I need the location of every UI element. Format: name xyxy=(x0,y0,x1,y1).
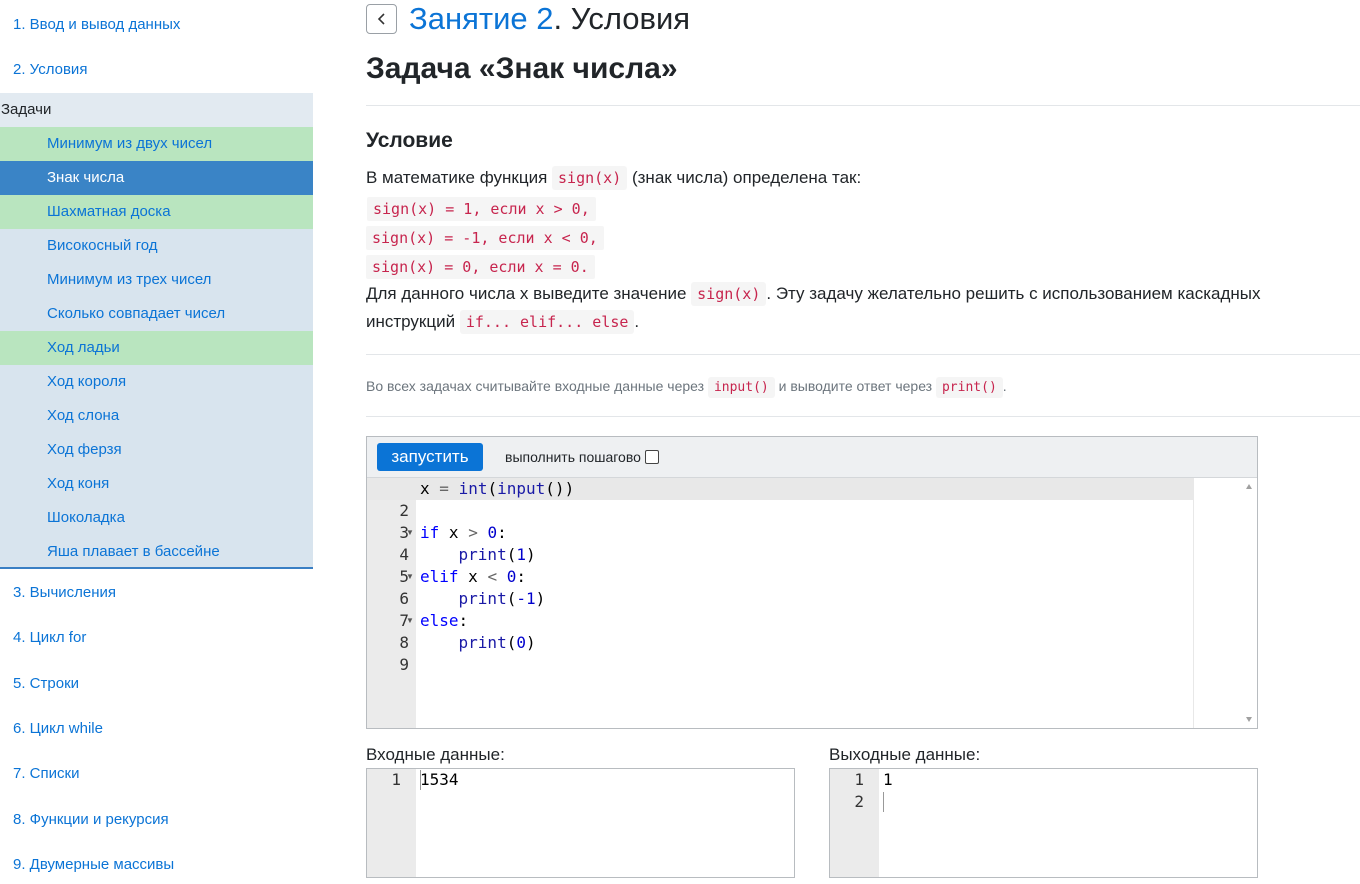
lesson-title-rest: . Условия xyxy=(553,1,691,36)
divider xyxy=(366,354,1360,355)
lesson-link[interactable]: Занятие 2 xyxy=(409,1,553,36)
text: . xyxy=(1002,378,1007,394)
inline-code: sign(x) xyxy=(691,282,767,306)
editor-scrollbar[interactable] xyxy=(1242,478,1257,728)
line-number: 8 xyxy=(399,633,409,652)
print-margin xyxy=(1193,478,1194,728)
sidebar-lesson-7[interactable]: 7. Списки xyxy=(0,764,313,784)
text: Во всех задачах считывайте входные данны… xyxy=(366,378,708,394)
formula-line-1: sign(x) = 1, если x > 0, xyxy=(367,197,596,221)
sidebar-task-item[interactable]: Ход слона xyxy=(0,399,313,433)
io-line: 1 xyxy=(883,770,893,789)
text: . xyxy=(634,312,640,331)
tasks-header: Задачи xyxy=(0,93,313,127)
text: (знак числа) определена так: xyxy=(627,168,862,187)
formula-line-3: sign(x) = 0, если x = 0. xyxy=(366,255,595,279)
line-number: 2 xyxy=(399,501,409,520)
output-label: Выходные данные: xyxy=(829,745,981,764)
sidebar-task-item[interactable]: Ход ладьи xyxy=(0,331,313,365)
text-cursor xyxy=(420,770,421,790)
step-mode-label: выполнить пошагово xyxy=(505,449,641,465)
condition-paragraph-1: В математике функция sign(x) (знак числа… xyxy=(366,164,861,192)
back-button[interactable] xyxy=(366,4,397,34)
tasks-list: Задачи Минимум из двух чисел Знак числа Ша… xyxy=(0,93,313,569)
code-line: x = int(input()) xyxy=(420,479,575,498)
fold-arrow-icon[interactable]: ▼ xyxy=(406,610,414,632)
io-note: Во всех задачах считывайте входные данны… xyxy=(366,375,1007,399)
text: Для данного числа x выведите значение xyxy=(366,284,692,303)
sidebar-task-item[interactable]: Сколько совпадает чисел xyxy=(0,297,313,331)
io-line: 1534 xyxy=(420,770,459,789)
text: . Эту задачу желательно решить с использ… xyxy=(766,284,1261,303)
code-line: print(1) xyxy=(458,545,536,564)
code-input[interactable]: x = int(input()) if x > 0: print(1) elif x… xyxy=(416,478,1192,728)
text: В математике функция xyxy=(366,168,553,187)
output-field[interactable]: 112 xyxy=(829,768,1258,878)
sidebar-task-item[interactable]: Минимум из двух чисел xyxy=(0,127,313,161)
line-number: 1 xyxy=(391,770,401,789)
line-number: 7 xyxy=(399,611,409,630)
sidebar-task-item[interactable]: Ход коня xyxy=(0,467,313,501)
text: инструкций xyxy=(366,312,460,331)
condition-paragraph-3: инструкций if... elif... else. xyxy=(366,308,639,336)
step-mode-toggle[interactable]: выполнить пошагово xyxy=(505,449,659,465)
text-cursor xyxy=(883,792,884,812)
line-number: 6 xyxy=(399,589,409,608)
code-line: print(-1) xyxy=(458,589,546,608)
code-editor: запустить выполнить пошагово 123▼45▼67▼8… xyxy=(366,436,1258,729)
sidebar-lesson-5[interactable]: 5. Строки xyxy=(0,674,313,694)
inline-code: sign(x) xyxy=(552,166,628,190)
formula-line-2: sign(x) = -1, если x < 0, xyxy=(366,226,604,250)
line-number: 2 xyxy=(854,792,864,811)
step-mode-checkbox[interactable] xyxy=(644,450,659,464)
lessons-sidebar: 1. Ввод и вывод данных 2. Условия Задачи… xyxy=(0,0,313,884)
sidebar-lesson-1[interactable]: 1. Ввод и вывод данных xyxy=(0,15,313,35)
fold-arrow-icon[interactable]: ▼ xyxy=(406,522,414,544)
sidebar-task-item[interactable]: Шоколадка xyxy=(0,501,313,535)
sidebar-lesson-2[interactable]: 2. Условия xyxy=(0,60,313,80)
code-line: else: xyxy=(420,611,469,630)
sidebar-lesson-8[interactable]: 8. Функции и рекурсия xyxy=(0,810,313,830)
line-number: 1 xyxy=(854,770,864,789)
sidebar-lesson-3[interactable]: 3. Вычисления xyxy=(0,583,313,603)
sidebar-lesson-6[interactable]: 6. Цикл while xyxy=(0,719,313,739)
input-field[interactable]: 1 1534 xyxy=(366,768,795,878)
sidebar-task-item[interactable]: Ход короля xyxy=(0,365,313,399)
condition-paragraph-2: Для данного числа x выведите значение si… xyxy=(366,280,1261,308)
run-button[interactable]: запустить xyxy=(377,443,483,471)
condition-heading: Условие xyxy=(366,129,453,152)
sidebar-lesson-9[interactable]: 9. Двумерные массивы xyxy=(0,855,313,875)
task-title: Задача «Знак числа» xyxy=(366,52,678,85)
line-number-gutter: 123▼45▼67▼89 xyxy=(367,478,416,728)
editor-toolbar: запустить выполнить пошагово xyxy=(367,437,1257,478)
sidebar-task-item[interactable]: Шахматная доска xyxy=(0,195,313,229)
fold-arrow-icon[interactable]: ▼ xyxy=(406,566,414,588)
sidebar-task-item[interactable]: Знак числа xyxy=(0,161,313,195)
sidebar-task-item[interactable]: Минимум из трех чисел xyxy=(0,263,313,297)
line-number: 3 xyxy=(399,523,409,542)
text: и выводите ответ через xyxy=(774,378,936,394)
sidebar-task-item[interactable]: Високосный год xyxy=(0,229,313,263)
page-title: Занятие 2. Условия xyxy=(409,1,690,37)
sidebar-task-item[interactable]: Ход ферзя xyxy=(0,433,313,467)
sidebar-lesson-4[interactable]: 4. Цикл for xyxy=(0,628,313,648)
task-content: Занятие 2. Условия Задача «Знак числа» У… xyxy=(366,0,1360,884)
input-label: Входные данные: xyxy=(366,745,505,764)
line-number: 9 xyxy=(399,655,409,674)
code-line: print(0) xyxy=(458,633,536,652)
inline-code: print() xyxy=(935,377,1003,398)
inline-code: input() xyxy=(707,377,775,398)
inline-code: if... elif... else xyxy=(459,310,635,334)
scroll-up-icon[interactable] xyxy=(1246,484,1252,489)
divider xyxy=(366,105,1360,106)
divider xyxy=(366,416,1360,417)
line-number: 4 xyxy=(399,545,409,564)
chevron-left-icon xyxy=(377,13,385,25)
line-number: 5 xyxy=(399,567,409,586)
code-line: elif x < 0: xyxy=(420,567,527,586)
sidebar-task-item[interactable]: Яша плавает в бассейне xyxy=(0,535,313,569)
code-line: if x > 0: xyxy=(420,523,507,542)
scroll-down-icon[interactable] xyxy=(1246,717,1252,722)
